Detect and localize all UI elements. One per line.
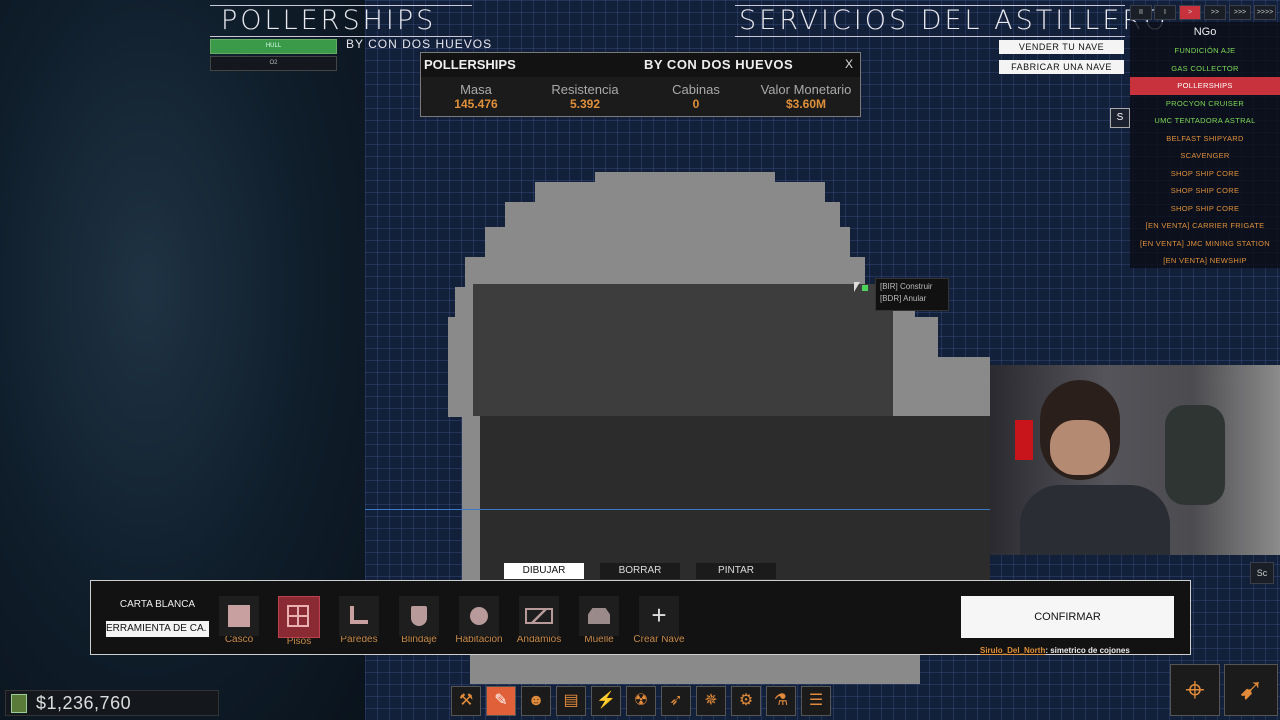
ship-list-item[interactable]: [EN VENTA] CARRIER FRIGATE [1130, 217, 1280, 235]
floor-room-upper [473, 284, 893, 416]
ship-list-item[interactable]: [EN VENTA] NEWSHIP [1130, 252, 1280, 270]
creature-icon[interactable]: ☢ [626, 686, 656, 716]
ship-list-item[interactable]: SHOP SHIP CORE [1130, 165, 1280, 183]
speed-5-button[interactable]: >>>> [1254, 5, 1276, 20]
stat-resistance: Resistencia 5.392 [551, 82, 619, 111]
tool-muelle[interactable]: Muelle [569, 596, 629, 645]
chat-user: Sirulo_Del_North [980, 646, 1046, 655]
power-icon[interactable]: ⚡ [591, 686, 621, 716]
pause-button[interactable]: II [1130, 5, 1152, 20]
speed-2-button[interactable]: > [1179, 5, 1201, 20]
chat-line: Sirulo_Del_North: simetrico de cojones [980, 646, 1130, 655]
tab-paint[interactable]: PINTAR [696, 563, 776, 579]
cursor-icon [854, 282, 860, 292]
tool-andamios[interactable]: Andamios [509, 596, 569, 645]
rocket-icon[interactable]: ➶ [661, 686, 691, 716]
navigation-icon[interactable]: ➹ [1224, 664, 1278, 716]
close-icon[interactable]: X [845, 57, 853, 71]
tool-casco[interactable]: Casco [209, 596, 269, 645]
ship-list: NGo FUNDICIÓN AJE GAS COLLECTOR POLLERSHIP… [1130, 22, 1280, 268]
wall-tool-icon [350, 606, 368, 624]
compass-icon[interactable]: ✵ [696, 686, 726, 716]
carta-blanca-button[interactable]: CARTA BLANCA [106, 597, 209, 613]
scaffold-icon [525, 608, 553, 624]
floor-room-lower [480, 416, 990, 580]
crew-icon[interactable]: ☻ [521, 686, 551, 716]
symmetry-line [365, 509, 990, 510]
floor-tool-icon [287, 605, 309, 627]
ship-list-item[interactable]: SCAVENGER [1130, 147, 1280, 165]
stat-mass: Masa 145.476 [454, 82, 498, 111]
ship-list-item[interactable]: UMC TENTADORA ASTRAL [1130, 112, 1280, 130]
tools-icon[interactable]: ⚒ [451, 686, 481, 716]
shipyard-title: SERVICIOS DEL ASTILLERO [739, 5, 1169, 36]
edit-icon[interactable]: ✎ [486, 686, 516, 716]
tab-erase[interactable]: BORRAR [600, 563, 680, 579]
build-ship-button[interactable]: FABRICAR UNA NAVE [999, 60, 1124, 74]
tool-pisos[interactable]: Pisos [269, 596, 329, 647]
ship-info-panel: POLLERSHIPS BY CON DOS HUEVOS X Masa 145.… [420, 52, 861, 117]
speed-3-button[interactable]: >> [1204, 5, 1226, 20]
dock-icon [588, 608, 610, 624]
streamer-face [1050, 420, 1110, 475]
confirm-button[interactable]: CONFIRMAR [961, 596, 1174, 638]
hull-bar: HULL [210, 39, 337, 54]
sell-ship-button[interactable]: VENDER TU NAVE [999, 40, 1124, 54]
ship-list-item[interactable]: SHOP SHIP CORE [1130, 182, 1280, 200]
ship-list-item[interactable]: PROCYON CRUISER [1130, 95, 1280, 113]
scroll-marker[interactable]: S [1110, 108, 1130, 128]
tool-blindaje[interactable]: Blindaje [389, 596, 449, 645]
info-ship-name: POLLERSHIPS [424, 57, 516, 72]
tool-habitacion[interactable]: Habitacion [449, 596, 509, 645]
ship-list-item[interactable]: POLLERSHIPS [1130, 77, 1280, 95]
stat-value: Valor Monetario $3.60M [760, 82, 852, 111]
ship-author: BY CON DOS HUEVOS [346, 37, 493, 51]
microphone [1015, 420, 1033, 460]
tool-paredes[interactable]: Paredes [329, 596, 389, 645]
box-tool-button[interactable]: ERRAMIENTA DE CA. [106, 621, 209, 637]
ship-list-item[interactable]: FUNDICIÓN AJE [1130, 42, 1280, 60]
flask-icon[interactable]: ⚗ [766, 686, 796, 716]
build-toolbar: CARTA BLANCA ERRAMIENTA DE CA. Casco Pis… [90, 580, 1191, 655]
tool-crear-nave[interactable]: + Crear Nave [629, 596, 689, 645]
stat-cabins: Cabinas 0 [672, 82, 720, 111]
tab-draw[interactable]: DIBUJAR [504, 563, 584, 579]
network-icon[interactable]: ⚙ [731, 686, 761, 716]
webcam-overlay [990, 365, 1280, 555]
streamer-shirt [1020, 485, 1170, 555]
list-icon[interactable]: ☰ [801, 686, 831, 716]
ship-list-header: NGo [1193, 26, 1217, 38]
money-amount: $1,236,760 [36, 693, 132, 713]
speed-1-button[interactable]: I [1154, 5, 1176, 20]
o2-bar: O2 [210, 56, 337, 71]
side-button[interactable]: Sc [1250, 562, 1274, 584]
build-marker [862, 285, 868, 291]
ship-list-item[interactable]: [EN VENTA] JMC MINING STATION [1130, 235, 1280, 253]
gaming-chair [1165, 405, 1225, 505]
info-ship-author: BY CON DOS HUEVOS [644, 57, 794, 72]
chat-message: : simetrico de cojones [1045, 646, 1130, 655]
ship-list-item[interactable]: BELFAST SHIPYARD [1130, 130, 1280, 148]
speed-4-button[interactable]: >>> [1229, 5, 1251, 20]
target-icon[interactable]: ⌖ [1170, 664, 1220, 716]
ship-list-item[interactable]: SHOP SHIP CORE [1130, 200, 1280, 218]
ship-list-item[interactable]: GAS COLLECTOR [1130, 60, 1280, 78]
ship-title: POLLERSHIPS [221, 5, 437, 36]
room-icon [470, 607, 488, 625]
money-display: $1,236,760 [5, 690, 219, 716]
shield-icon [411, 606, 427, 626]
tooltip: [BIR] Construir [BDR] Anular [875, 278, 949, 311]
document-icon[interactable]: ▤ [556, 686, 586, 716]
credits-icon [11, 694, 27, 713]
plus-icon: + [639, 596, 679, 636]
hull-tool-icon [228, 605, 250, 627]
